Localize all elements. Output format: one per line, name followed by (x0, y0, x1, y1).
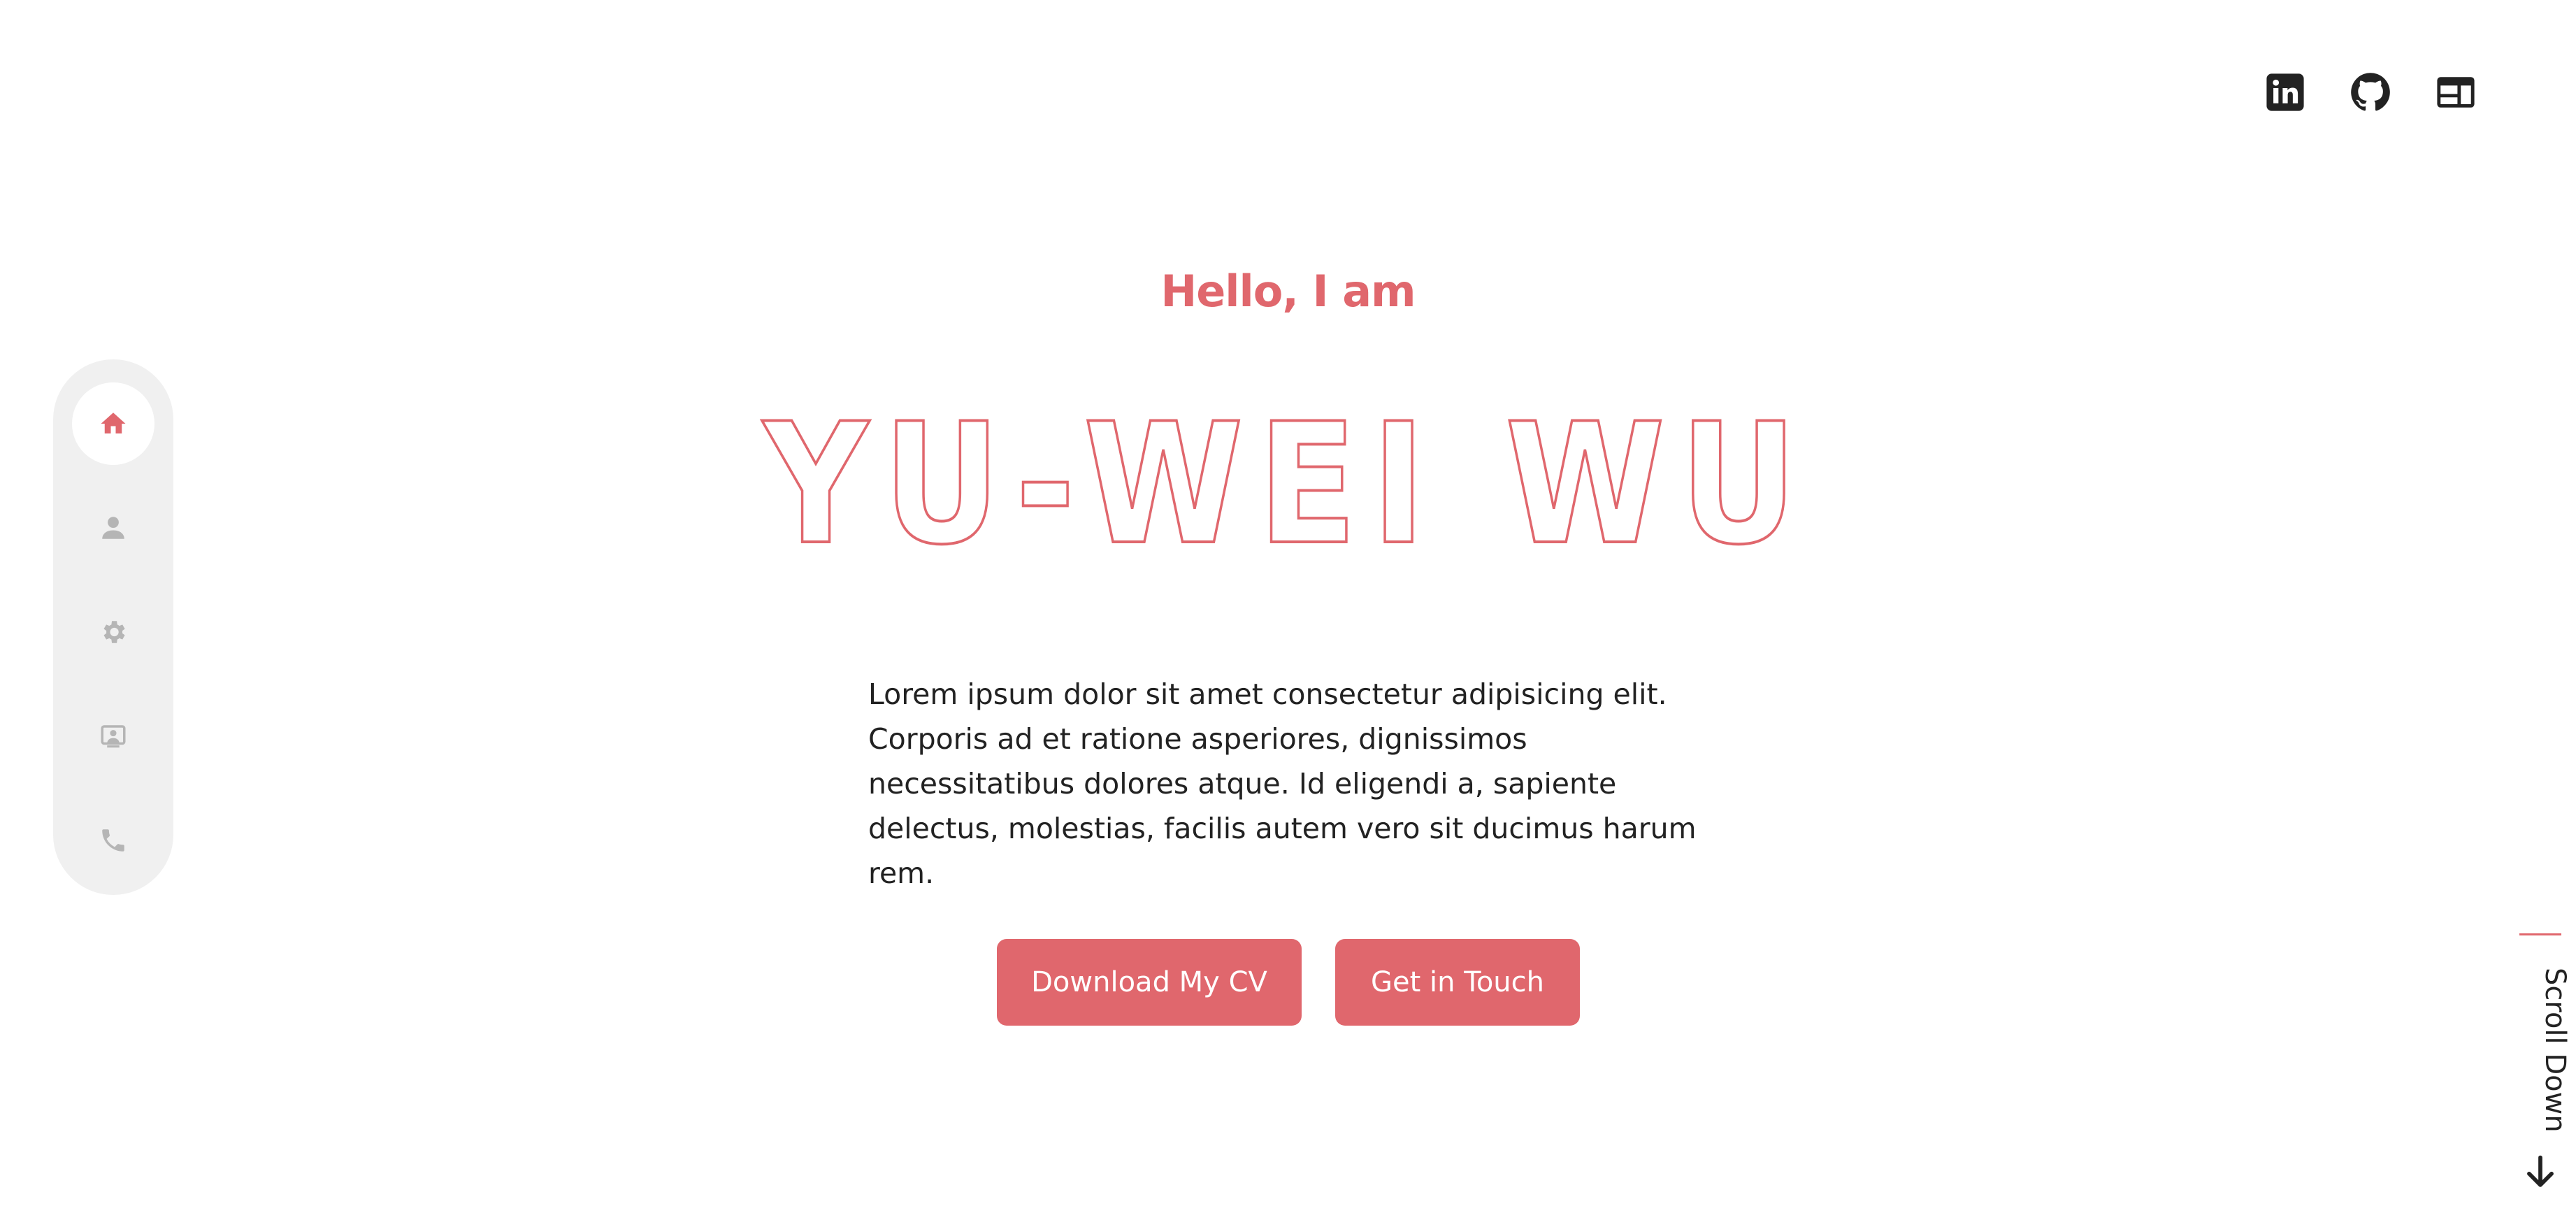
scroll-divider (2519, 933, 2561, 935)
portfolio-icon (101, 725, 126, 748)
nav-about[interactable] (72, 487, 154, 569)
nav-contact[interactable] (72, 799, 154, 882)
intro-text: Lorem ipsum dolor sit amet consectetur a… (868, 677, 1697, 890)
nav-portfolio[interactable] (72, 695, 154, 777)
person-icon (102, 517, 124, 539)
phone-icon (102, 829, 124, 852)
linkedin-icon[interactable] (2265, 72, 2305, 113)
side-nav (53, 359, 173, 895)
greeting: Hello, I am (1160, 266, 1416, 317)
website-icon[interactable] (2435, 72, 2476, 113)
gear-icon (103, 621, 125, 643)
download-cv-button[interactable]: Download My CV (997, 939, 1302, 1026)
page: Hello, I am YU-WEI WU Lorem ipsum dolor … (0, 0, 2576, 1227)
get-in-touch-button[interactable]: Get in Touch (1335, 939, 1580, 1026)
social-links (2265, 72, 2476, 113)
hero-name-text: YU-WEI WU (761, 406, 1812, 559)
github-icon[interactable] (2350, 72, 2391, 113)
nav-services[interactable] (72, 591, 154, 673)
hero-name: YU-WEI WU (760, 406, 1812, 559)
home-icon (101, 412, 126, 433)
scroll-down-label[interactable]: Scroll Down (2539, 968, 2571, 1133)
nav-home[interactable] (72, 382, 154, 465)
arrow-down-icon[interactable] (2525, 1155, 2556, 1190)
cta-buttons: Download My CV Get in Touch (997, 939, 1580, 1026)
